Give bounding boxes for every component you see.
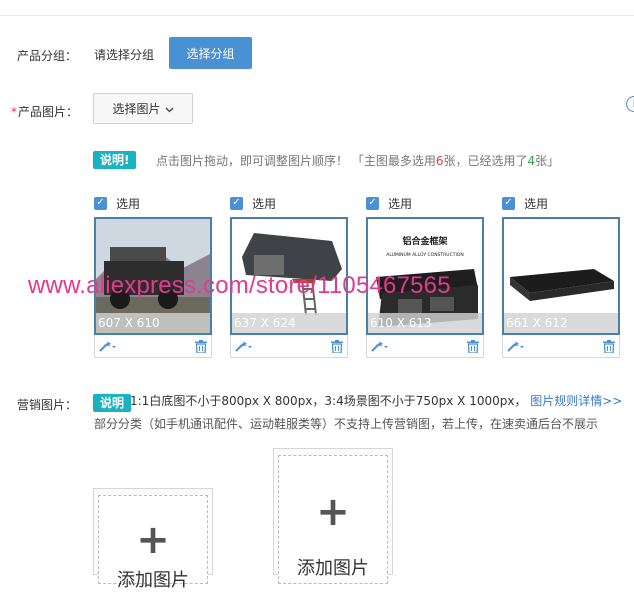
plus-icon: + (316, 489, 350, 535)
checkbox-icon[interactable]: ✓ (502, 196, 515, 210)
images-tip-text: 点击图片拖动，即可调整图片顺序！ 「主图最多选用6张，已经选用了4张」 (156, 152, 559, 169)
marketing-tip-badge: 说明 (93, 394, 132, 412)
tip-text-1: 点击图片拖动，即可调整图片顺序！ (156, 154, 349, 168)
add-image-upload[interactable]: + 添加图片 (93, 488, 213, 591)
trash-icon[interactable] (195, 339, 207, 353)
select-label: 选用 (524, 196, 549, 211)
top-divider (0, 15, 634, 16)
checkbox-icon[interactable]: ✓ (366, 196, 379, 210)
product-image-thumbnail[interactable]: 661 X 612 (502, 217, 620, 335)
trash-icon[interactable] (467, 339, 479, 353)
plus-icon: + (136, 517, 170, 563)
marketing-tip-line2: 部分分类（如手机通讯配件、运动鞋服类等）不支持上传营销图，若上传，在速卖通后台不… (94, 417, 599, 431)
store-watermark: www.aliexpress.com/store/1105467565 (28, 272, 451, 299)
magic-wand-icon[interactable] (235, 340, 253, 352)
info-icon[interactable]: i (626, 96, 634, 112)
images-tip-badge: 说明! (93, 151, 137, 169)
chevron-down-icon (165, 102, 174, 116)
image-dimensions: 607 X 610 (96, 313, 210, 333)
add-image-label: 添加图片 (297, 558, 369, 579)
checkbox-icon[interactable]: ✓ (230, 196, 243, 210)
marketing-tip-line1: 1:1白底图不小于800px X 800px，3:4场景图不小于750px X … (130, 392, 622, 409)
image-dimensions: 661 X 612 (504, 313, 618, 333)
product-image-card[interactable]: ✓ 选用 661 X 612 (502, 193, 620, 358)
photo-caption-en: ALUMINUM ALLOY CONSTRUCTION (386, 252, 463, 258)
required-mark: * (11, 105, 17, 119)
group-placeholder: 请选择分组 (94, 48, 155, 62)
marketing-tip-text-1: 1:1白底图不小于800px X 800px，3:4场景图不小于750px X … (130, 394, 527, 408)
product-images-label: *产品图片： (11, 103, 78, 120)
marketing-images-label: 营销图片： (17, 398, 78, 412)
upload-dropzone[interactable]: + 添加图片 (278, 455, 388, 584)
product-images-label-text: 产品图片： (18, 105, 79, 119)
select-label: 选用 (388, 196, 413, 211)
checkbox-icon[interactable]: ✓ (94, 196, 107, 210)
trash-icon[interactable] (603, 339, 615, 353)
magic-wand-icon[interactable] (371, 340, 389, 352)
select-label: 选用 (116, 196, 141, 211)
tip-text-3: 张，已经选用了 (443, 154, 528, 168)
add-image-label: 添加图片 (117, 570, 189, 591)
magic-wand-icon[interactable] (507, 340, 525, 352)
magic-wand-icon[interactable] (99, 340, 117, 352)
tip-max-count: 6 (435, 154, 444, 168)
image-dimensions: 637 X 624 (232, 313, 346, 333)
image-dimensions: 610 X 613 (368, 313, 482, 333)
tip-used-count: 4 (527, 154, 536, 168)
add-image-upload[interactable]: + 添加图片 (273, 448, 393, 584)
tip-text-2: 「主图最多选用 (351, 154, 436, 168)
select-label: 选用 (252, 196, 277, 211)
tip-text-4: 张」 (535, 154, 560, 168)
product-group-label: 产品分组： (17, 49, 78, 63)
select-images-label: 选择图片 (112, 102, 161, 116)
image-rules-link[interactable]: 图片规则详情>> (530, 394, 622, 408)
upload-dropzone[interactable]: + 添加图片 (98, 495, 208, 591)
trash-icon[interactable] (331, 339, 343, 353)
select-group-button[interactable]: 选择分组 (169, 37, 252, 69)
select-images-button[interactable]: 选择图片 (93, 93, 193, 124)
photo-caption-cn: 铝合金框架 (402, 235, 447, 247)
